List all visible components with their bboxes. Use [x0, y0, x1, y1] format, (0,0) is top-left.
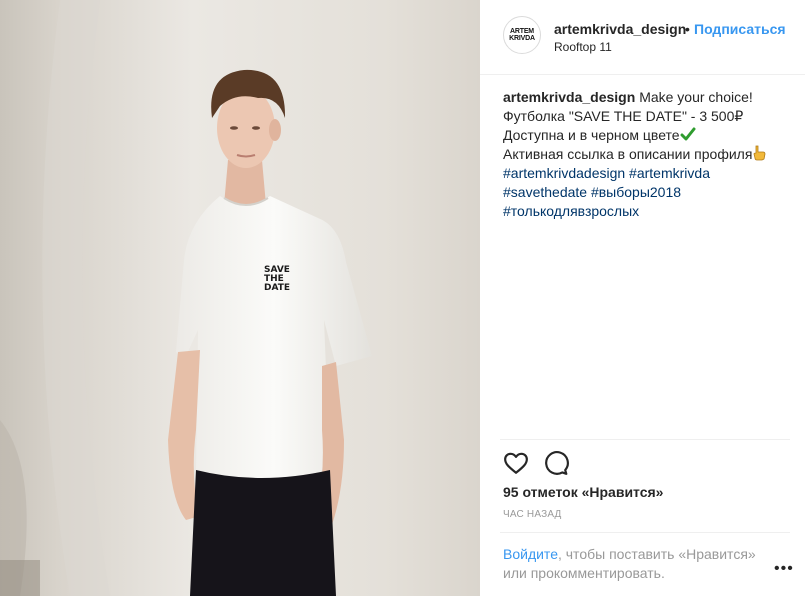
caption-username[interactable]: artemkrivda_design — [503, 89, 635, 105]
pointing-hand-icon — [754, 145, 766, 161]
location-link[interactable]: Rooftop 11 — [554, 40, 612, 54]
login-link[interactable]: Войдите — [503, 546, 558, 562]
follow-button[interactable]: Подписаться — [694, 21, 786, 37]
caption-line-2: Футболка "SAVE THE DATE" - 3 500₽ — [503, 108, 744, 124]
caption-line-4: Активная ссылка в описании профиля — [503, 145, 799, 164]
caption-text: Доступна и в черном цвете — [503, 127, 680, 143]
divider — [500, 532, 790, 533]
post-modal: SAVE THE DATE ARTEM KRIVDA artemkrivda_d… — [0, 0, 805, 596]
header-username[interactable]: artemkrivda_design — [554, 21, 686, 37]
comment-icon — [545, 451, 569, 475]
divider — [500, 439, 790, 440]
post-photo[interactable]: SAVE THE DATE — [0, 0, 480, 596]
post-side-panel: ARTEM KRIVDA artemkrivda_design • Подпис… — [480, 0, 805, 596]
like-button[interactable] — [503, 450, 529, 476]
hashtags-row[interactable]: #savethedate #выборы2018 — [503, 183, 799, 202]
header-dot: • — [685, 21, 690, 37]
hashtags-row[interactable]: #artemkrivdadesign #artemkrivda — [503, 164, 799, 183]
post-timestamp[interactable]: час назад — [503, 509, 562, 520]
avatar-text: KRIVDA — [509, 35, 535, 42]
more-options-icon[interactable]: ••• — [774, 560, 794, 578]
post-caption: artemkrivda_design Make your choice! Фут… — [503, 88, 799, 221]
post-header: ARTEM KRIVDA artemkrivda_design • Подпис… — [480, 0, 805, 75]
checkmark-icon — [680, 127, 696, 141]
comment-button[interactable] — [543, 450, 569, 476]
avatar-text: ARTEM — [510, 28, 534, 35]
caption-line-1: artemkrivda_design Make your choice! — [503, 88, 799, 107]
heart-icon — [504, 452, 528, 474]
caption-line-3: Доступна и в черном цвете — [503, 126, 799, 145]
caption-text: Make your choice! — [639, 89, 753, 105]
caption-text: Активная ссылка в описании профиля — [503, 146, 753, 162]
shirt-print-line: DATE — [264, 283, 290, 293]
login-prompt: Войдите, чтобы поставить «Нравится» или … — [503, 545, 763, 583]
hashtags-row[interactable]: #толькодлявзрослых — [503, 202, 799, 221]
likes-count[interactable]: 95 отметок «Нравится» — [503, 484, 663, 500]
avatar[interactable]: ARTEM KRIVDA — [503, 16, 541, 54]
photo-illustration: SAVE THE DATE — [0, 0, 480, 596]
